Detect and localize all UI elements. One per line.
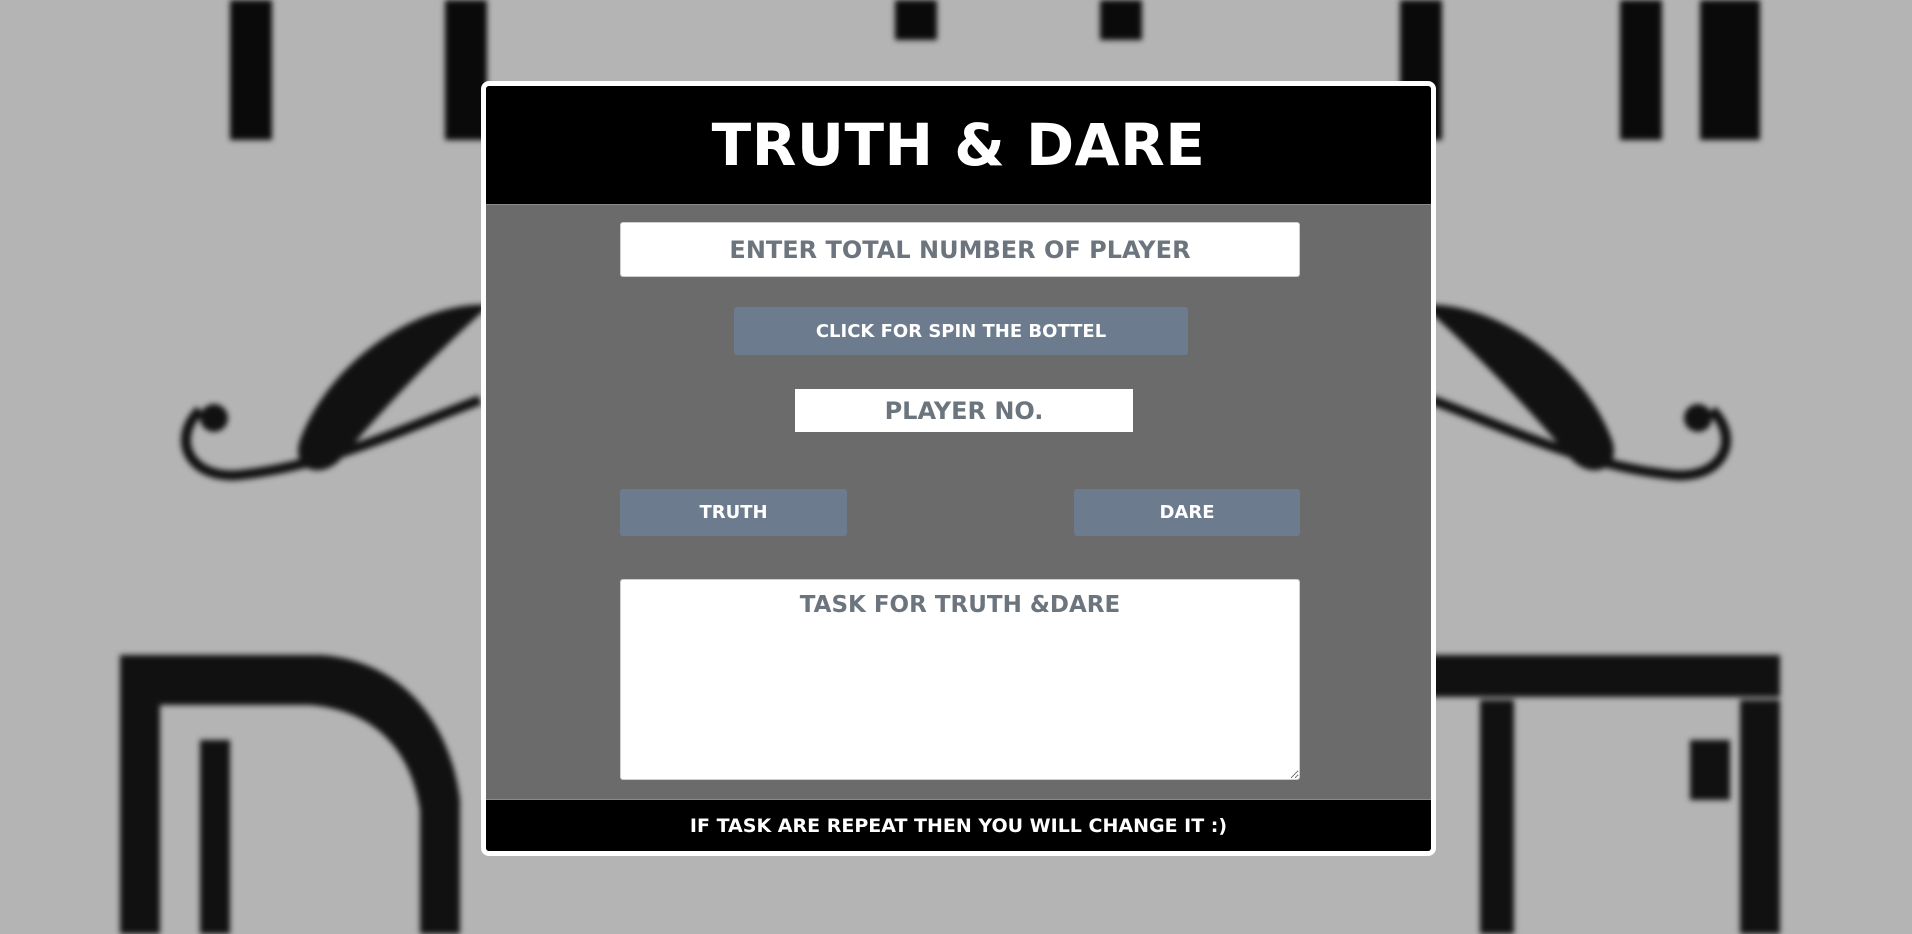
footer-note: IF TASK ARE REPEAT THEN YOU WILL CHANGE …: [486, 799, 1431, 851]
card-header: TRUTH & DARE: [486, 86, 1431, 205]
game-card: TRUTH & DARE CLICK FOR SPIN THE BOTTEL P…: [481, 81, 1436, 856]
total-players-input[interactable]: [620, 222, 1300, 277]
truth-button[interactable]: TRUTH: [620, 489, 847, 536]
task-textarea[interactable]: [620, 579, 1300, 780]
dare-button[interactable]: DARE: [1074, 489, 1300, 536]
page-title: TRUTH & DARE: [711, 111, 1206, 179]
spin-bottle-button[interactable]: CLICK FOR SPIN THE BOTTEL: [734, 307, 1188, 355]
player-number-display: PLAYER NO.: [795, 389, 1133, 432]
